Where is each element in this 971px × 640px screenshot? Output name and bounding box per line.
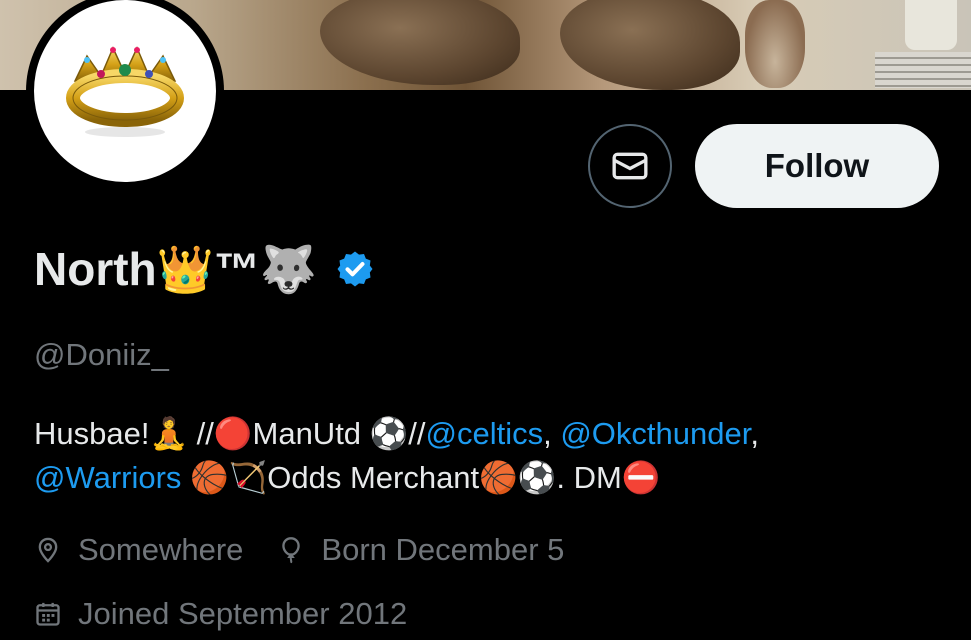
profile-handle: @Doniiz_	[34, 337, 169, 372]
banner-books	[875, 52, 971, 88]
bio-line-1: Husbae!🧘 //🔴ManUtd ⚽//@celtics, @Okcthun…	[34, 412, 954, 456]
crown-ring-icon	[66, 46, 184, 137]
joined-row: Joined September 2012	[34, 596, 407, 632]
mention-link[interactable]: @Warriors	[34, 460, 181, 495]
location-text: Somewhere	[78, 532, 244, 567]
banner-jar	[905, 0, 957, 50]
profile-bio: Husbae!🧘 //🔴ManUtd ⚽//@celtics, @Okcthun…	[34, 412, 954, 500]
bio-line-2: @Warriors 🏀🏹Odds Merchant🏀⚽. DM⛔	[34, 456, 954, 500]
avatar[interactable]	[26, 0, 224, 190]
profile-meta-row: Somewhere Born December 5	[34, 532, 564, 568]
avatar-image	[34, 0, 216, 182]
banner-vase	[745, 0, 805, 88]
message-button[interactable]	[588, 124, 672, 208]
profile-name-row: North👑™🐺	[34, 240, 375, 298]
bio-text: 🏀🏹Odds Merchant🏀⚽. DM⛔	[181, 460, 661, 495]
mention-link[interactable]: @Okcthunder	[560, 416, 750, 451]
location-item: Somewhere	[34, 532, 243, 568]
birthday-text: Born December 5	[321, 532, 565, 567]
bio-separator: ,	[750, 416, 759, 451]
joined-text: Joined September 2012	[78, 596, 408, 631]
mention-link[interactable]: @celtics	[425, 416, 543, 451]
envelope-icon	[612, 152, 648, 180]
display-name: North👑™🐺	[34, 242, 318, 295]
joined-item: Joined September 2012	[34, 596, 407, 632]
bio-text: Husbae!🧘 //🔴ManUtd ⚽//	[34, 416, 426, 451]
calendar-icon	[36, 602, 60, 626]
birthday-item: Born December 5	[277, 532, 564, 568]
banner-wolf	[560, 0, 740, 90]
location-pin-icon	[38, 537, 58, 563]
balloon-icon	[282, 537, 301, 564]
banner-wolf	[320, 0, 520, 85]
follow-button[interactable]: Follow	[695, 124, 939, 208]
verified-badge-icon[interactable]	[335, 249, 375, 289]
bio-separator: ,	[543, 416, 561, 451]
